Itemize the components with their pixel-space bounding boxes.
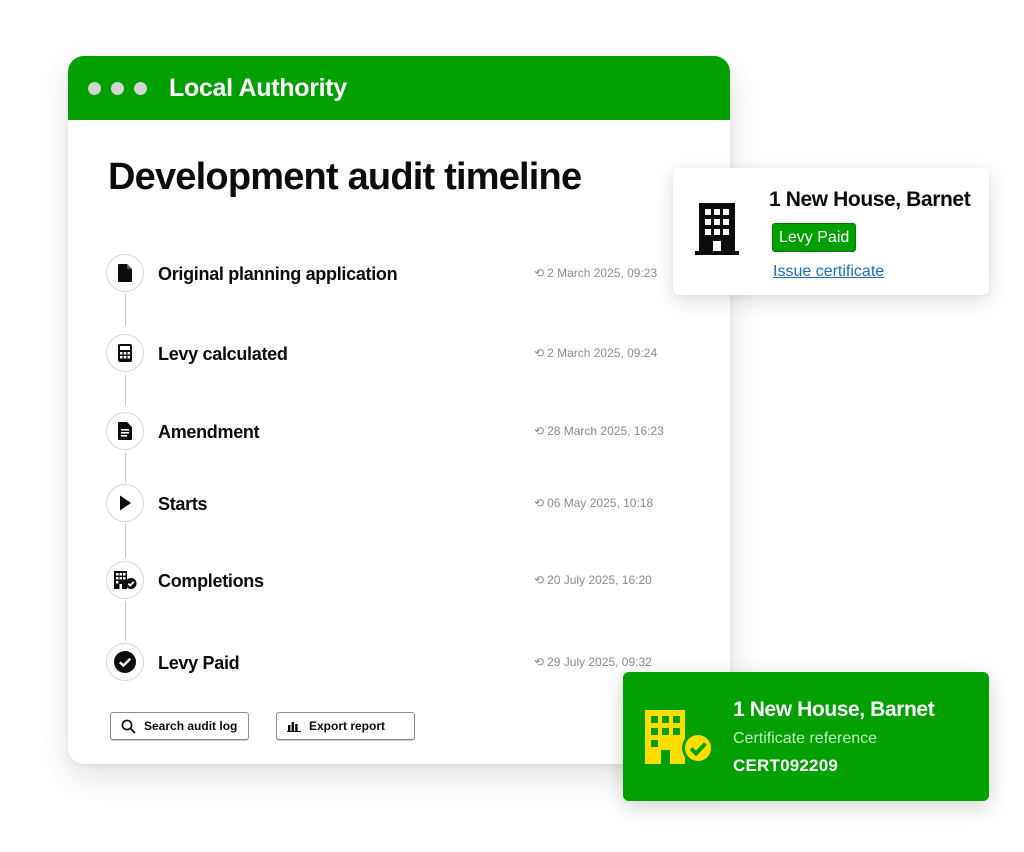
search-audit-log-label: Search audit log [144, 719, 238, 733]
timeline-item-label: Amendment [158, 422, 260, 442]
timeline-item-time: ⟲ 06 May 2025, 10:18 [534, 496, 684, 510]
history-icon: ⟲ [534, 266, 545, 280]
timeline-item-time: ⟲ 2 March 2025, 09:23 [534, 266, 684, 280]
certificate-reference: CERT092209 [733, 756, 839, 775]
timeline-item-time: ⟲ 28 March 2025, 16:23 [534, 424, 684, 438]
play-icon [106, 484, 144, 522]
timestamp: 06 May 2025, 10:18 [547, 496, 654, 510]
timeline-connector [125, 524, 126, 558]
search-audit-log-button[interactable]: Search audit log [110, 712, 249, 740]
timeline-item-time: ⟲ 29 July 2025, 09:32 [534, 655, 684, 669]
timeline-connector [125, 453, 126, 483]
timestamp: 29 July 2025, 09:32 [547, 655, 652, 669]
property-address: 1 New House, Barnet [769, 188, 971, 211]
search-icon [121, 719, 136, 734]
history-icon: ⟲ [534, 655, 545, 669]
main-window: Local Authority Development audit timeli… [68, 56, 730, 764]
calculator-icon [106, 334, 144, 372]
timestamp: 2 March 2025, 09:24 [547, 346, 658, 360]
timeline-item-label: Original planning application [158, 264, 398, 284]
amendment-document-icon [106, 412, 144, 450]
export-report-label: Export report [309, 719, 386, 733]
building-check-icon [106, 561, 144, 599]
timeline-item-label: Completions [158, 571, 264, 591]
timeline-item[interactable]: Completions ⟲ 20 July 2025, 16:20 [106, 561, 666, 601]
timeline-item-time: ⟲ 20 July 2025, 16:20 [534, 573, 684, 587]
timeline-connector [125, 601, 126, 641]
timestamp: 20 July 2025, 16:20 [547, 573, 652, 587]
timeline-item-label: Starts [158, 494, 208, 514]
timestamp: 2 March 2025, 09:23 [547, 266, 658, 280]
timeline-item-label: Levy Paid [158, 653, 240, 673]
building-icon [695, 203, 739, 255]
certificate-address: 1 New House, Barnet [733, 698, 935, 721]
history-icon: ⟲ [534, 424, 545, 438]
certificate-card: 1 New House, Barnet Certificate referenc… [623, 672, 989, 801]
timeline-item-label: Levy calculated [158, 344, 288, 364]
timeline-connector [125, 375, 126, 405]
timeline-item-time: ⟲ 2 March 2025, 09:24 [534, 346, 684, 360]
building-check-icon [645, 710, 714, 764]
audit-timeline: Original planning application ⟲ 2 March 2… [68, 56, 730, 764]
status-badge: Levy Paid [772, 223, 857, 252]
timeline-item[interactable]: Levy calculated ⟲ 2 March 2025, 09:24 [106, 334, 666, 374]
timestamp: 28 March 2025, 16:23 [547, 424, 664, 438]
timeline-item[interactable]: Starts ⟲ 06 May 2025, 10:18 [106, 484, 666, 524]
timeline-item[interactable]: Levy Paid ⟲ 29 July 2025, 09:32 [106, 643, 666, 683]
export-report-button[interactable]: Export report [276, 712, 415, 740]
history-icon: ⟲ [534, 496, 545, 510]
history-icon: ⟲ [534, 346, 545, 360]
property-card: 1 New House, Barnet Levy Paid Issue cert… [673, 168, 989, 295]
certificate-reference-label: Certificate reference [733, 730, 878, 747]
check-circle-icon [106, 643, 144, 681]
bar-chart-icon [287, 722, 301, 732]
timeline-item[interactable]: Amendment ⟲ 28 March 2025, 16:23 [106, 412, 666, 452]
timeline-item[interactable]: Original planning application ⟲ 2 March 2… [106, 254, 666, 294]
document-icon [106, 254, 144, 292]
history-icon: ⟲ [534, 573, 545, 587]
timeline-connector [125, 294, 126, 326]
issue-certificate-link[interactable]: Issue certificate [773, 263, 884, 281]
